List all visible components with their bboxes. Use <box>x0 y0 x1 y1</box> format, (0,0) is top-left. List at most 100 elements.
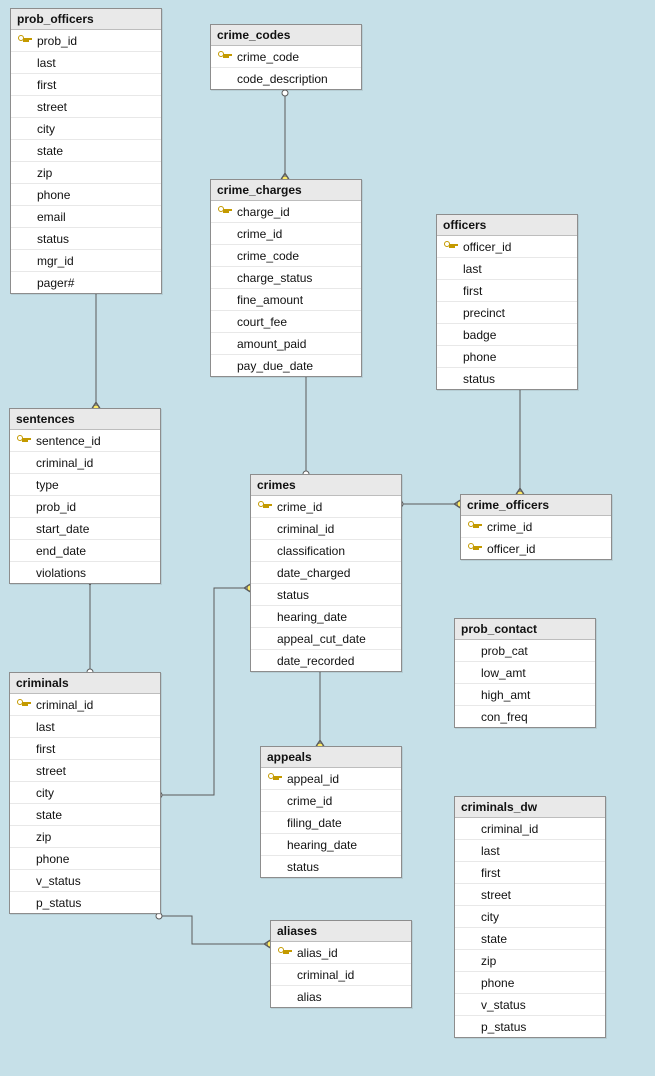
table-aliases[interactable]: aliasesalias_idcriminal_idalias <box>270 920 412 1008</box>
table-row[interactable]: hearing_date <box>261 834 401 856</box>
table-row[interactable]: crime_code <box>211 46 361 68</box>
table-row[interactable]: date_recorded <box>251 650 401 671</box>
table-appeals[interactable]: appealsappeal_idcrime_idfiling_dateheari… <box>260 746 402 878</box>
table-crime_charges[interactable]: crime_chargescharge_idcrime_idcrime_code… <box>210 179 362 377</box>
table-row[interactable]: crime_id <box>211 223 361 245</box>
table-row[interactable]: city <box>11 118 161 140</box>
table-title[interactable]: prob_officers <box>11 9 161 30</box>
table-row[interactable]: phone <box>10 848 160 870</box>
table-row[interactable]: state <box>11 140 161 162</box>
table-officers[interactable]: officersofficer_idlastfirstprecinctbadge… <box>436 214 578 390</box>
table-row[interactable]: crime_id <box>251 496 401 518</box>
table-row[interactable]: v_status <box>455 994 605 1016</box>
table-row[interactable]: officer_id <box>437 236 577 258</box>
table-title[interactable]: crime_officers <box>461 495 611 516</box>
table-row[interactable]: appeal_cut_date <box>251 628 401 650</box>
table-sentences[interactable]: sentencessentence_idcriminal_idtypeprob_… <box>9 408 161 584</box>
table-row[interactable]: last <box>11 52 161 74</box>
table-title[interactable]: prob_contact <box>455 619 595 640</box>
table-row[interactable]: precinct <box>437 302 577 324</box>
table-row[interactable]: p_status <box>10 892 160 913</box>
table-row[interactable]: criminal_id <box>455 818 605 840</box>
table-row[interactable]: zip <box>455 950 605 972</box>
table-row[interactable]: low_amt <box>455 662 595 684</box>
table-row[interactable]: p_status <box>455 1016 605 1037</box>
table-title[interactable]: sentences <box>10 409 160 430</box>
table-row[interactable]: status <box>261 856 401 877</box>
table-row[interactable]: city <box>455 906 605 928</box>
table-row[interactable]: badge <box>437 324 577 346</box>
table-row[interactable]: crime_id <box>461 516 611 538</box>
table-row[interactable]: street <box>455 884 605 906</box>
table-row[interactable]: first <box>437 280 577 302</box>
table-row[interactable]: zip <box>10 826 160 848</box>
table-row[interactable]: mgr_id <box>11 250 161 272</box>
table-row[interactable]: high_amt <box>455 684 595 706</box>
table-row[interactable]: last <box>455 840 605 862</box>
table-crimes[interactable]: crimescrime_idcriminal_idclassificationd… <box>250 474 402 672</box>
table-row[interactable]: last <box>437 258 577 280</box>
table-row[interactable]: street <box>11 96 161 118</box>
table-row[interactable]: date_charged <box>251 562 401 584</box>
table-row[interactable]: phone <box>437 346 577 368</box>
table-row[interactable]: first <box>11 74 161 96</box>
table-title[interactable]: criminals_dw <box>455 797 605 818</box>
table-row[interactable]: start_date <box>10 518 160 540</box>
table-row[interactable]: prob_id <box>11 30 161 52</box>
table-row[interactable]: phone <box>455 972 605 994</box>
table-row[interactable]: crime_code <box>211 245 361 267</box>
table-row[interactable]: fine_amount <box>211 289 361 311</box>
table-row[interactable]: alias_id <box>271 942 411 964</box>
table-criminals[interactable]: criminalscriminal_idlastfirststreetcitys… <box>9 672 161 914</box>
table-row[interactable]: criminal_id <box>10 452 160 474</box>
table-row[interactable]: hearing_date <box>251 606 401 628</box>
table-row[interactable]: amount_paid <box>211 333 361 355</box>
table-prob_contact[interactable]: prob_contactprob_catlow_amthigh_amtcon_f… <box>454 618 596 728</box>
table-row[interactable]: violations <box>10 562 160 583</box>
table-row[interactable]: prob_id <box>10 496 160 518</box>
table-row[interactable]: email <box>11 206 161 228</box>
table-row[interactable]: city <box>10 782 160 804</box>
table-row[interactable]: phone <box>11 184 161 206</box>
table-row[interactable]: appeal_id <box>261 768 401 790</box>
table-row[interactable]: alias <box>271 986 411 1007</box>
table-title[interactable]: officers <box>437 215 577 236</box>
table-title[interactable]: appeals <box>261 747 401 768</box>
table-title[interactable]: crime_charges <box>211 180 361 201</box>
table-row[interactable]: end_date <box>10 540 160 562</box>
table-row[interactable]: charge_id <box>211 201 361 223</box>
table-row[interactable]: classification <box>251 540 401 562</box>
table-row[interactable]: charge_status <box>211 267 361 289</box>
table-row[interactable]: con_freq <box>455 706 595 727</box>
table-row[interactable]: officer_id <box>461 538 611 559</box>
table-row[interactable]: code_description <box>211 68 361 89</box>
table-title[interactable]: criminals <box>10 673 160 694</box>
table-row[interactable]: state <box>10 804 160 826</box>
table-row[interactable]: last <box>10 716 160 738</box>
table-row[interactable]: pager# <box>11 272 161 293</box>
table-row[interactable]: prob_cat <box>455 640 595 662</box>
table-row[interactable]: state <box>455 928 605 950</box>
table-criminals_dw[interactable]: criminals_dwcriminal_idlastfirststreetci… <box>454 796 606 1038</box>
table-row[interactable]: criminal_id <box>251 518 401 540</box>
table-row[interactable]: status <box>251 584 401 606</box>
table-row[interactable]: first <box>10 738 160 760</box>
table-row[interactable]: first <box>455 862 605 884</box>
table-row[interactable]: crime_id <box>261 790 401 812</box>
table-row[interactable]: street <box>10 760 160 782</box>
table-title[interactable]: crime_codes <box>211 25 361 46</box>
table-row[interactable]: sentence_id <box>10 430 160 452</box>
table-row[interactable]: filing_date <box>261 812 401 834</box>
table-row[interactable]: zip <box>11 162 161 184</box>
table-title[interactable]: crimes <box>251 475 401 496</box>
table-row[interactable]: type <box>10 474 160 496</box>
table-row[interactable]: court_fee <box>211 311 361 333</box>
table-row[interactable]: v_status <box>10 870 160 892</box>
table-row[interactable]: status <box>437 368 577 389</box>
table-row[interactable]: pay_due_date <box>211 355 361 376</box>
table-prob_officers[interactable]: prob_officersprob_idlastfirststreetcitys… <box>10 8 162 294</box>
table-row[interactable]: status <box>11 228 161 250</box>
table-row[interactable]: criminal_id <box>10 694 160 716</box>
table-title[interactable]: aliases <box>271 921 411 942</box>
table-row[interactable]: criminal_id <box>271 964 411 986</box>
